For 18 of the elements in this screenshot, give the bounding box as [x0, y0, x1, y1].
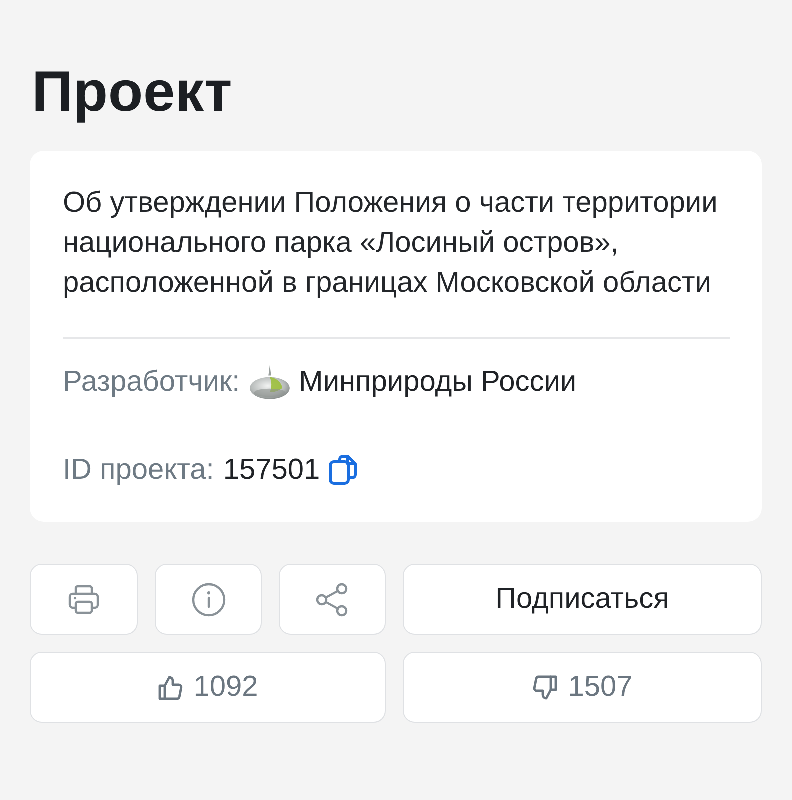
thumbs-down-icon [532, 674, 558, 700]
developer-name: Минприроды России [299, 366, 577, 398]
emblem-icon [249, 364, 292, 400]
info-icon [190, 582, 226, 618]
page-title: Проект [32, 60, 234, 124]
share-icon [314, 582, 350, 618]
like-button[interactable]: 1092 [30, 652, 386, 723]
subscribe-button[interactable]: Подписаться [403, 564, 762, 635]
description-text: Об утверждении Положения о части территории национального парка «Лосиный остров», расположенной в границах Московской области [63, 186, 719, 301]
info-button[interactable] [155, 564, 262, 635]
copy-icon[interactable] [329, 455, 358, 485]
dislike-button[interactable]: 1507 [403, 652, 762, 723]
project-id-label: ID проекта: [63, 454, 214, 486]
thumbs-up-icon [158, 674, 184, 700]
share-button[interactable] [279, 564, 386, 635]
project-id-value: 157501 [223, 454, 320, 486]
print-button[interactable] [30, 564, 138, 635]
developer-label: Разработчик: [63, 366, 240, 398]
